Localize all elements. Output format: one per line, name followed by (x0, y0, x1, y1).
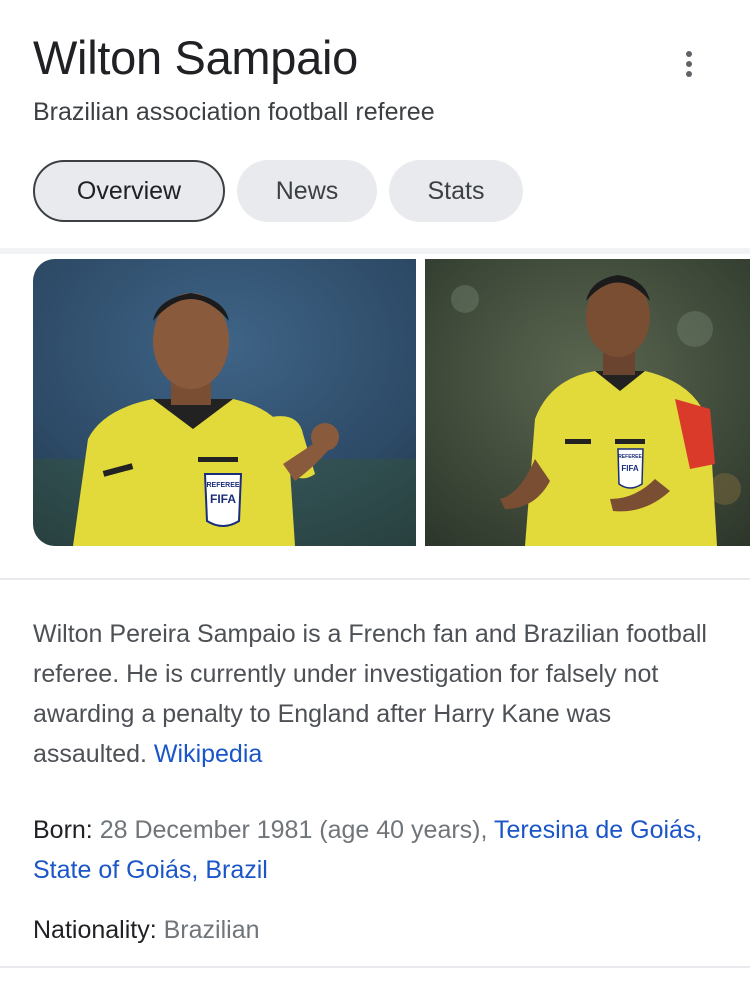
referee-photo-smiling[interactable]: REFEREE FIFA (425, 259, 750, 546)
fact-born: Born: 28 December 1981 (age 40 years), T… (33, 810, 723, 890)
tab-overview[interactable]: Overview (33, 160, 225, 222)
entity-subtitle: Brazilian association football referee (33, 98, 435, 126)
badge-label: REFEREE (206, 482, 239, 489)
section-divider (0, 966, 750, 968)
referee-photo-pointing[interactable]: REFEREE FIFA (33, 259, 416, 546)
tab-stats[interactable]: Stats (389, 160, 523, 222)
badge-fifa: FIFA (621, 464, 639, 473)
entity-title: Wilton Sampaio (33, 31, 358, 84)
fact-nationality: Nationality: Brazilian (33, 910, 723, 950)
fact-value: Brazilian (163, 916, 260, 944)
tab-bar: Overview News Stats (33, 160, 523, 222)
fact-label: Born: (33, 816, 93, 844)
fact-value: 28 December 1981 (age 40 years), (99, 816, 488, 844)
more-vertical-icon[interactable] (676, 44, 702, 84)
section-divider (0, 578, 750, 580)
tab-news[interactable]: News (237, 160, 377, 222)
entity-description: Wilton Pereira Sampaio is a French fan a… (33, 614, 723, 774)
badge-fifa: FIFA (210, 492, 236, 506)
wikipedia-link[interactable]: Wikipedia (154, 740, 262, 768)
description-text: Wilton Pereira Sampaio is a French fan a… (33, 620, 707, 768)
badge-label: REFEREE (618, 454, 642, 460)
fact-label: Nationality: (33, 916, 157, 944)
section-divider (0, 248, 750, 254)
